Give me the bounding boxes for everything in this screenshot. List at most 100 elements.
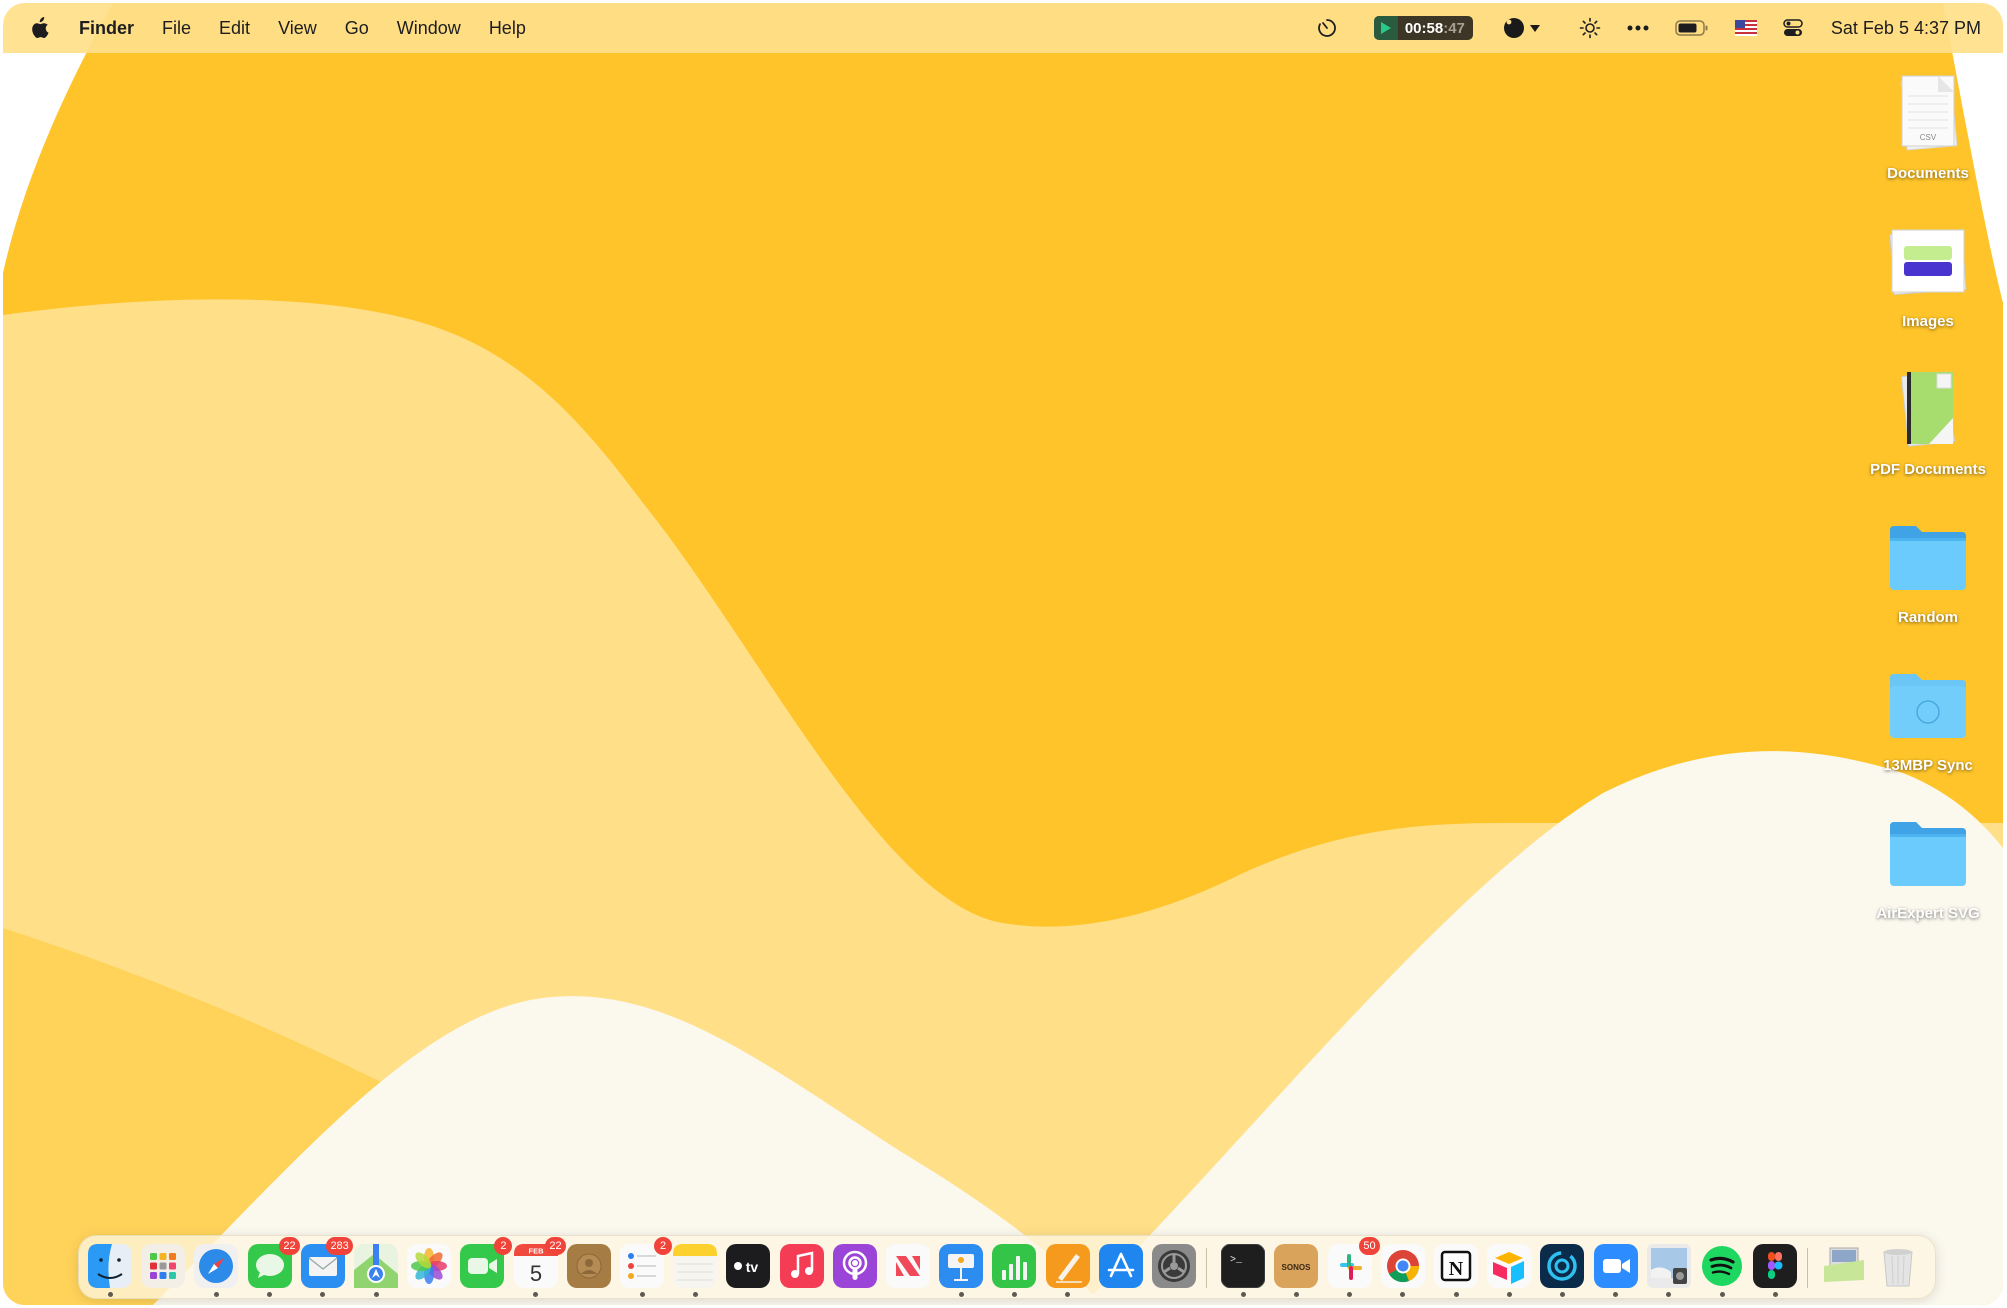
dock-app-reminders[interactable]: 2: [620, 1237, 672, 1288]
dock-app-mail[interactable]: 283: [300, 1237, 353, 1288]
contacts-icon: [566, 1244, 611, 1288]
safari-icon: [194, 1244, 239, 1288]
running-indicator: [1666, 1292, 1672, 1297]
notification-badge: 22: [279, 1237, 300, 1255]
dock-app-keynote[interactable]: [939, 1244, 984, 1288]
dock-app-safari[interactable]: [194, 1244, 239, 1288]
dock: 22 283 2 FEB 5 22 2 tv >_ SONOS 50 N: [78, 1235, 1936, 1299]
timer-widget[interactable]: 00:58:47: [1373, 16, 1473, 40]
desktop-item-airexpert-svg[interactable]: AirExpert SVG: [1853, 809, 2003, 922]
dock-app-contacts[interactable]: [566, 1244, 611, 1288]
calendar-month: FEB: [528, 1247, 544, 1256]
dock-app-news[interactable]: [886, 1244, 930, 1288]
menu-bar-clock[interactable]: Sat Feb 5 4:37 PM: [1831, 18, 1981, 39]
dock-app-slack[interactable]: 50: [1327, 1237, 1380, 1288]
dock-app-apple-tv[interactable]: tv: [726, 1244, 771, 1288]
numbers-icon: [992, 1244, 1037, 1288]
running-indicator: [1772, 1292, 1778, 1297]
menu-go[interactable]: Go: [345, 18, 369, 39]
control-center-icon[interactable]: [1783, 18, 1803, 38]
desktop-item-label: Random: [1898, 609, 1958, 626]
pdf-stack-icon: [1883, 365, 1973, 455]
dock-app-messages[interactable]: 22: [247, 1237, 300, 1288]
menu-edit[interactable]: Edit: [219, 18, 250, 39]
running-indicator: [692, 1292, 698, 1297]
dock-app-launchpad[interactable]: [141, 1244, 186, 1288]
dock-app-finder[interactable]: [88, 1244, 132, 1288]
terminal-icon: >_: [1221, 1244, 1266, 1288]
dock-app-notes[interactable]: [673, 1244, 718, 1288]
chrome-icon: [1380, 1244, 1425, 1288]
figma-icon: [1753, 1244, 1798, 1288]
menu-file[interactable]: File: [162, 18, 191, 39]
desktop-item-label: AirExpert SVG: [1876, 905, 1980, 922]
wallpaper: [3, 3, 2003, 1305]
more-dots-icon[interactable]: [1627, 24, 1649, 32]
desktop-item-documents[interactable]: CSV Documents: [1853, 69, 2003, 182]
menu-app-name[interactable]: Finder: [79, 18, 134, 39]
running-indicator: [1613, 1292, 1619, 1297]
dock-app-figma[interactable]: [1753, 1244, 1798, 1288]
desktop-item-pdf-documents[interactable]: PDF Documents: [1853, 365, 2003, 478]
menu-help[interactable]: Help: [489, 18, 526, 39]
desktop-item-images[interactable]: Images: [1853, 217, 2003, 330]
us-flag-icon[interactable]: [1734, 20, 1757, 36]
folder-icon: [1883, 809, 1973, 899]
podcasts-icon: [832, 1244, 877, 1288]
dock-app-system-preferences[interactable]: [1152, 1244, 1196, 1288]
dock-app-sync[interactable]: [1540, 1244, 1585, 1288]
dock-app-numbers[interactable]: [992, 1244, 1037, 1288]
running-indicator: [1065, 1292, 1071, 1297]
focus-mode-toggle[interactable]: [1503, 15, 1553, 41]
menu-window[interactable]: Window: [397, 18, 461, 39]
sonos-icon: SONOS: [1274, 1244, 1319, 1288]
dock-app-calendar[interactable]: FEB 5 22: [513, 1237, 566, 1288]
dock-app-sonos[interactable]: SONOS: [1274, 1244, 1319, 1288]
notes-icon: [673, 1244, 718, 1288]
dock-app-pages[interactable]: [1045, 1244, 1090, 1288]
dock-app-trash[interactable]: [1876, 1244, 1920, 1288]
dock-app-app-store[interactable]: [1098, 1244, 1143, 1288]
running-indicator: [1400, 1292, 1406, 1297]
keynote-icon: [939, 1244, 984, 1288]
preview-icon: [1646, 1244, 1691, 1288]
running-indicator: [1293, 1292, 1299, 1297]
svg-text:SONOS: SONOS: [1282, 1263, 1312, 1272]
dock-app-downloads[interactable]: [1822, 1244, 1866, 1288]
dock-app-preview[interactable]: [1646, 1244, 1691, 1288]
sun-icon[interactable]: [1579, 17, 1601, 39]
music-icon: [779, 1244, 824, 1288]
timer-icon[interactable]: [1316, 17, 1338, 39]
dock-app-photos[interactable]: [407, 1244, 452, 1288]
dock-app-podcasts[interactable]: [832, 1244, 877, 1288]
calendar-day: 5: [529, 1261, 541, 1286]
dock-app-airtable[interactable]: [1487, 1244, 1532, 1288]
dock-app-zoom[interactable]: [1593, 1244, 1638, 1288]
running-indicator: [1011, 1292, 1017, 1297]
dock-app-facetime[interactable]: 2: [460, 1237, 513, 1288]
photos-icon: [407, 1244, 452, 1288]
dock-app-notion[interactable]: N: [1434, 1244, 1478, 1288]
running-indicator: [1453, 1292, 1459, 1297]
battery-icon[interactable]: [1675, 20, 1709, 36]
notification-badge: 22: [545, 1237, 566, 1255]
svg-text:CSV: CSV: [1920, 133, 1937, 142]
dock-app-chrome[interactable]: [1380, 1244, 1425, 1288]
apple-logo-icon[interactable]: [31, 17, 51, 39]
notification-badge: 2: [654, 1237, 672, 1255]
running-indicator: [1559, 1292, 1565, 1297]
dock-app-terminal[interactable]: >_: [1221, 1244, 1266, 1288]
timer-seconds: :47: [1443, 19, 1465, 37]
zoom-icon: [1593, 1244, 1638, 1288]
desktop-item-random[interactable]: Random: [1853, 513, 2003, 626]
dock-app-maps[interactable]: [354, 1244, 398, 1288]
desktop-item-13mbp-sync[interactable]: 13MBP Sync: [1853, 661, 2003, 774]
running-indicator: [639, 1292, 645, 1297]
dock-app-music[interactable]: [779, 1244, 824, 1288]
menu-view[interactable]: View: [278, 18, 317, 39]
desktop-item-label: Documents: [1887, 165, 1969, 182]
folder-icon: [1883, 513, 1973, 603]
running-indicator: [213, 1292, 219, 1297]
desktop-item-label: 13MBP Sync: [1883, 757, 1973, 774]
dock-app-spotify[interactable]: [1700, 1244, 1744, 1288]
